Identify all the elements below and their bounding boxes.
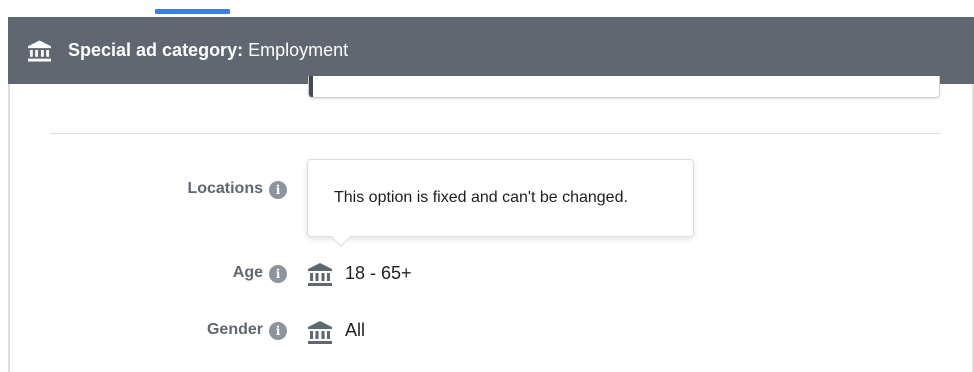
info-icon[interactable]: i [269, 322, 287, 340]
age-value: 18 - 65+ [345, 263, 412, 283]
panel-border-left [8, 84, 10, 372]
locations-label: Locations [187, 180, 263, 197]
info-icon[interactable]: i [269, 265, 287, 283]
fixed-option-tooltip: This option is fixed and can't be change… [307, 159, 694, 237]
top-strip [0, 0, 974, 18]
tooltip-text: This option is fixed and can't be change… [334, 189, 628, 206]
section-divider [50, 133, 940, 134]
bank-icon [308, 262, 332, 286]
gender-label: Gender [206, 321, 263, 338]
banner-value: Employment [243, 40, 349, 60]
age-label: Age [232, 264, 263, 281]
gender-value: All [345, 320, 366, 340]
banner-label: Special ad category: [68, 40, 244, 60]
bank-icon [27, 39, 51, 63]
special-ad-category-banner: Special ad category: Employment [8, 17, 974, 84]
banner-text: Special ad category: Employment [68, 40, 348, 61]
active-tab-indicator [155, 9, 230, 14]
info-icon[interactable]: i [269, 181, 287, 199]
bank-icon [308, 320, 332, 344]
text-input-box[interactable] [308, 76, 940, 98]
input-focus-bar [309, 76, 313, 97]
